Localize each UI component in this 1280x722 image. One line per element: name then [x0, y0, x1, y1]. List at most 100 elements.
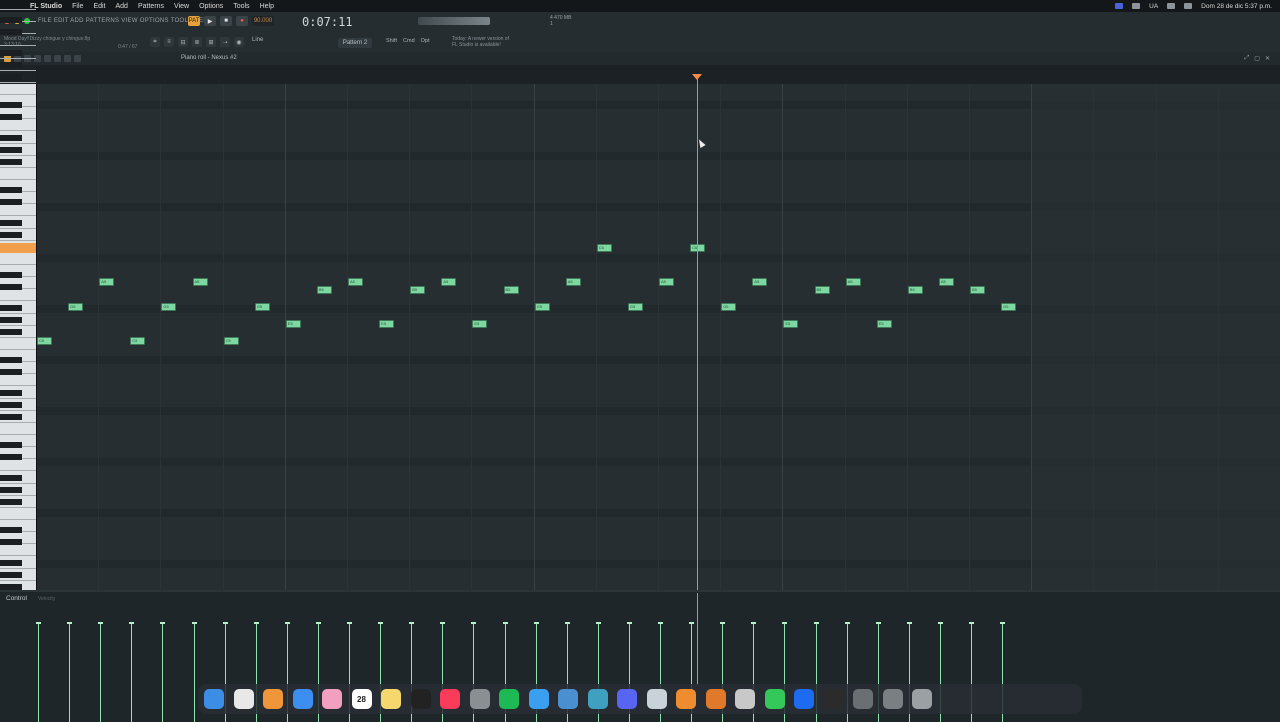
- midi-note[interactable]: A5: [441, 278, 457, 286]
- zoom-tool-icon[interactable]: [64, 55, 71, 62]
- black-key[interactable]: [0, 272, 22, 278]
- velocity-handle[interactable]: [1000, 622, 1006, 624]
- midi-note[interactable]: C5: [223, 337, 239, 345]
- safari-icon[interactable]: [528, 689, 549, 709]
- black-key[interactable]: [0, 17, 22, 23]
- black-key[interactable]: [0, 369, 22, 375]
- menu-file[interactable]: File: [72, 3, 83, 10]
- trash-icon[interactable]: [912, 689, 932, 709]
- menu-options[interactable]: Options: [199, 3, 223, 10]
- velocity-handle[interactable]: [471, 622, 477, 624]
- screen-record-icon[interactable]: [1115, 3, 1124, 9]
- black-key[interactable]: [0, 499, 22, 505]
- update-hint[interactable]: Today: A newer version of FL Studio is a…: [452, 36, 509, 48]
- midi-note[interactable]: C5: [130, 337, 146, 345]
- velocity-handle[interactable]: [751, 622, 757, 624]
- control-label[interactable]: Control: [6, 595, 27, 602]
- velocity-handle[interactable]: [36, 622, 41, 624]
- black-key[interactable]: [0, 475, 22, 481]
- velocity-handle[interactable]: [98, 622, 104, 624]
- spotify-icon[interactable]: [499, 689, 519, 709]
- velocity-handle[interactable]: [315, 622, 321, 624]
- velocity-handle[interactable]: [533, 622, 539, 624]
- fl-inapp-menu[interactable]: FILE EDIT ADD PATTERNS VIEW OPTIONS TOOL…: [38, 18, 211, 24]
- note-grid[interactable]: C5 G5 A5 C5 G5 A5 C5 G5 E5 B5 A5 E5 B5 A5 E5 B5 G5 A5 C6 G5…: [37, 84, 1280, 590]
- velocity-handle[interactable]: [378, 622, 384, 624]
- midi-note[interactable]: A5: [845, 278, 861, 286]
- midi-note[interactable]: B5: [503, 286, 519, 294]
- piano-keyboard[interactable]: [0, 9, 37, 678]
- playhead-line[interactable]: [697, 76, 698, 590]
- playlist-icon[interactable]: ≣: [192, 37, 202, 47]
- black-key[interactable]: [0, 29, 22, 35]
- menubar-clock[interactable]: Dom 28 de dic 5:37 p.m.: [1201, 3, 1272, 10]
- input-language[interactable]: UA: [1149, 3, 1158, 10]
- search-icon[interactable]: [1184, 3, 1193, 9]
- velocity-handle[interactable]: [844, 622, 850, 624]
- stop-button[interactable]: ■: [220, 16, 232, 26]
- midi-note[interactable]: C5: [37, 337, 52, 345]
- midi-note[interactable]: B5: [316, 286, 332, 294]
- detach-icon[interactable]: ⤢: [1244, 55, 1249, 62]
- fl-studio-alt-icon[interactable]: [676, 689, 696, 709]
- velocity-bar[interactable]: [38, 624, 39, 722]
- black-key[interactable]: [0, 527, 22, 533]
- black-key[interactable]: [0, 147, 22, 153]
- snap-icon[interactable]: ⌗: [150, 37, 160, 47]
- velocity-handle[interactable]: [440, 622, 446, 624]
- black-key[interactable]: [0, 135, 22, 141]
- discord-icon[interactable]: [617, 689, 637, 709]
- midi-note[interactable]: G5: [627, 303, 643, 311]
- control-center-icon[interactable]: [1132, 3, 1141, 9]
- playback-tool-icon[interactable]: [74, 55, 81, 62]
- black-key[interactable]: [0, 74, 22, 80]
- opt-button[interactable]: Opt: [421, 38, 430, 44]
- velocity-handle[interactable]: [564, 622, 570, 624]
- black-key[interactable]: [0, 402, 22, 408]
- velocity-handle[interactable]: [67, 622, 73, 624]
- velocity-handle[interactable]: [129, 622, 135, 624]
- record-button[interactable]: ●: [236, 16, 248, 26]
- tempo-display[interactable]: 90.000: [252, 16, 274, 26]
- midi-note[interactable]: E5: [379, 320, 395, 328]
- black-key[interactable]: [0, 390, 22, 396]
- velocity-handle[interactable]: [160, 622, 166, 624]
- midi-note[interactable]: A5: [659, 278, 674, 286]
- app-store-icon[interactable]: [292, 689, 313, 709]
- mic-icon[interactable]: ◉: [234, 37, 244, 47]
- arrow-icon[interactable]: ➝: [220, 37, 230, 47]
- time-machine-icon[interactable]: [587, 689, 608, 709]
- shift-button[interactable]: Shift: [386, 38, 397, 44]
- black-key[interactable]: [0, 187, 22, 193]
- velocity-handle[interactable]: [720, 622, 726, 624]
- black-key[interactable]: [0, 62, 22, 68]
- menu-view[interactable]: View: [174, 3, 189, 10]
- terminal-icon[interactable]: [823, 689, 844, 709]
- black-key[interactable]: [0, 305, 22, 311]
- black-key[interactable]: [0, 232, 22, 238]
- velocity-handle[interactable]: [222, 622, 228, 624]
- menu-edit[interactable]: Edit: [93, 3, 105, 10]
- velocity-bar[interactable]: [193, 624, 195, 722]
- close-icon[interactable]: ✕: [1265, 55, 1270, 62]
- velocity-handle[interactable]: [284, 622, 290, 624]
- velocity-handle[interactable]: [969, 622, 974, 624]
- channel-rack-icon[interactable]: ≡: [164, 37, 174, 47]
- audio-unit-icon[interactable]: [558, 689, 578, 709]
- black-key[interactable]: [0, 560, 22, 566]
- highlighted-key[interactable]: [0, 243, 36, 253]
- activity-icon[interactable]: [853, 689, 873, 709]
- play-button[interactable]: ▶: [204, 16, 216, 26]
- notes-icon[interactable]: [381, 689, 401, 709]
- velocity-handle[interactable]: [782, 622, 788, 624]
- select-tool-icon[interactable]: [54, 55, 61, 62]
- wifi-icon[interactable]: [1167, 3, 1176, 9]
- facetime-icon[interactable]: [764, 689, 785, 709]
- midi-note[interactable]: E5: [876, 320, 892, 328]
- calendar-icon[interactable]: 28: [351, 689, 372, 709]
- black-key[interactable]: [0, 114, 22, 120]
- timeline-ruler[interactable]: [36, 65, 1280, 85]
- black-key[interactable]: [0, 414, 22, 420]
- apple-tv-icon[interactable]: [410, 689, 431, 709]
- menu-patterns[interactable]: Patterns: [138, 3, 164, 10]
